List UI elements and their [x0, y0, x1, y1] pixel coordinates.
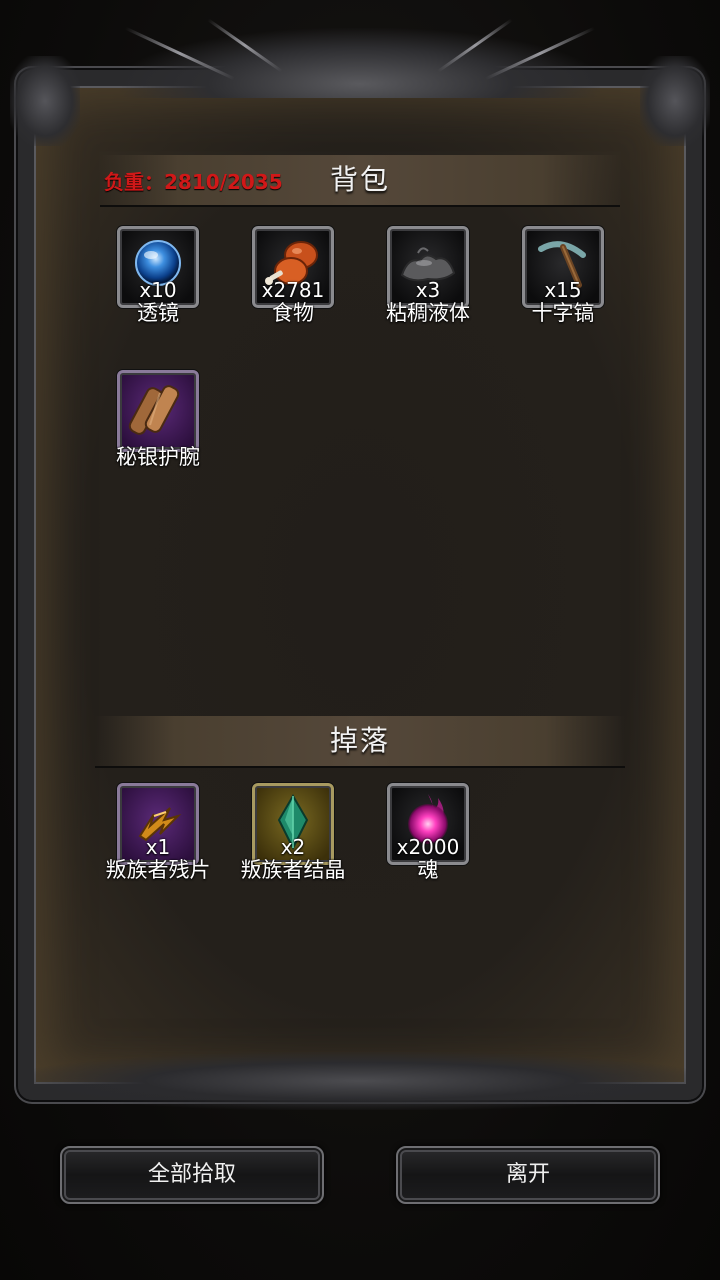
bag-item-pickaxe[interactable]: x15 十字镐 [508, 226, 618, 341]
item-name: 粘稠液体 [386, 301, 470, 325]
item-name: 魂 [417, 858, 439, 882]
ornate-panel-frame [18, 70, 702, 1100]
drop-item-traitor-crystal[interactable]: x2 叛族者结晶 [238, 783, 348, 898]
frame-bottom-ornament [20, 1052, 700, 1110]
item-name: 叛族者残片 [105, 858, 211, 882]
item-name: 透镜 [137, 301, 179, 325]
bag-item-lens[interactable]: x10 透镜 [103, 226, 213, 341]
bag-section-header: 负重：2810/2035 背包 [100, 155, 620, 207]
item-slot-frame-purple [117, 370, 199, 452]
bag-item-slime[interactable]: x3 粘稠液体 [373, 226, 483, 341]
item-count: x3 [415, 278, 441, 302]
item-count: x2 [280, 835, 306, 859]
drop-item-soul[interactable]: x2000 魂 [373, 783, 483, 898]
bag-title: 背包 [329, 163, 390, 196]
frame-crown-ornament [120, 28, 600, 98]
loot-screen: 负重：2810/2035 背包 x10 透镜 x2781 食物 x3 粘稠液体 … [0, 0, 720, 1280]
item-name: 食物 [272, 301, 314, 325]
frame-corner-ornament [10, 56, 80, 146]
item-count: x1 [145, 835, 171, 859]
drop-item-traitor-fragment[interactable]: x1 叛族者残片 [103, 783, 213, 898]
item-count: x2000 [396, 835, 460, 859]
pickup-all-button[interactable]: 全部拾取 [60, 1146, 324, 1204]
leave-button[interactable]: 离开 [396, 1146, 660, 1204]
drops-section-header: 掉落 [95, 716, 625, 768]
item-count: x15 [544, 278, 582, 302]
bag-item-food[interactable]: x2781 食物 [238, 226, 348, 341]
drops-title: 掉落 [329, 724, 390, 757]
item-count: x10 [139, 278, 177, 302]
frame-corner-ornament [640, 56, 710, 146]
item-count: x2781 [261, 278, 325, 302]
bag-item-mithril-bracer[interactable]: 秘银护腕 [103, 370, 213, 485]
item-name: 秘银护腕 [116, 445, 200, 469]
item-name: 叛族者结晶 [240, 858, 346, 882]
item-name: 十字镐 [531, 301, 595, 325]
mithril-bracer-icon [128, 385, 180, 435]
